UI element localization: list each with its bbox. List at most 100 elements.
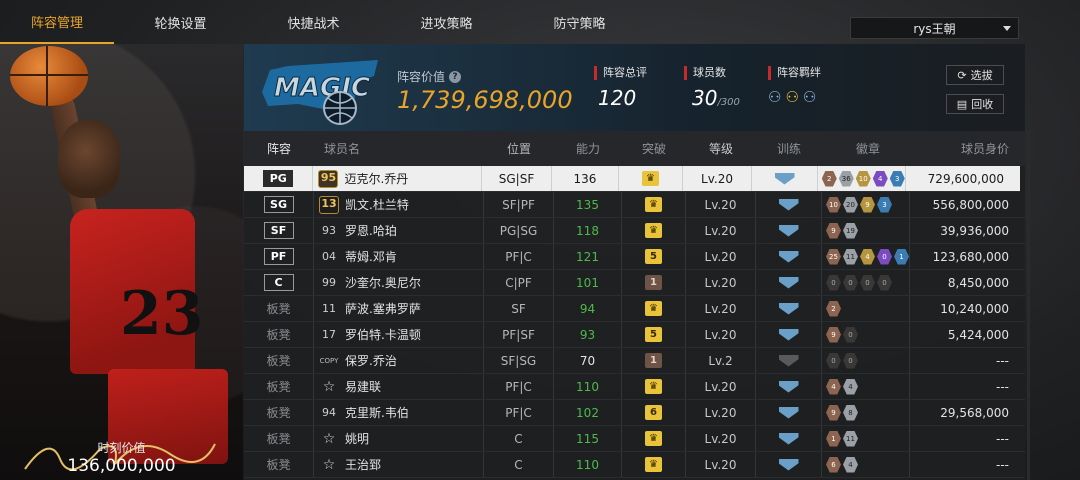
breakthrough-cell[interactable]: ♛	[622, 218, 686, 243]
badge-icon[interactable]: 10	[826, 196, 841, 213]
badge-icon[interactable]: 9	[860, 196, 875, 213]
tab-lineup[interactable]: 阵容管理	[0, 0, 114, 44]
table-row[interactable]: 板凳 17 罗伯特.卡温顿 PF|SF 93 5 Lv.20 90 5,424,…	[244, 322, 1025, 348]
breakthrough-cell[interactable]: 1	[622, 348, 686, 373]
tab-offense[interactable]: 进攻策略	[380, 0, 513, 44]
table-row[interactable]: 板凳 ☆ 王治郅 C 110 ♛ Lv.20 64 ---	[244, 452, 1025, 478]
level-cell: Lv.20	[686, 452, 756, 477]
badge-icon[interactable]: 3	[877, 196, 892, 213]
select-button[interactable]: ⟳ 选拔	[946, 65, 1004, 85]
training-cell[interactable]	[756, 322, 822, 347]
badge-icon[interactable]: 9	[826, 404, 841, 421]
featured-player-art[interactable]: 23 时刻价值 136,000,000	[0, 44, 243, 480]
help-icon[interactable]: ?	[449, 70, 462, 83]
badge-icon[interactable]: 11	[843, 430, 858, 447]
breakthrough-cell[interactable]: ♛	[622, 374, 686, 399]
table-row[interactable]: 板凳 ☆ 易建联 PF|C 110 ♛ Lv.20 44 ---	[244, 374, 1025, 400]
badge-icon[interactable]: 4	[843, 456, 858, 473]
badge-icon[interactable]: 20	[843, 196, 858, 213]
training-cell[interactable]	[756, 348, 822, 373]
badge-icon[interactable]: 1	[826, 430, 841, 447]
badge-icon[interactable]: 0	[843, 352, 858, 369]
breakthrough-cell[interactable]: 5	[622, 244, 686, 269]
breakthrough-cell[interactable]: ♛	[622, 296, 686, 321]
training-cell[interactable]	[756, 452, 822, 477]
badge-icon[interactable]: 4	[826, 378, 841, 395]
tab-quick-tactics[interactable]: 快捷战术	[247, 0, 380, 44]
breakthrough-cell[interactable]: ♛	[622, 426, 686, 451]
badge-icon[interactable]: 4	[843, 378, 858, 395]
badge-icon[interactable]: 3	[889, 170, 905, 187]
badge-icon[interactable]: 9	[826, 326, 841, 343]
table-row[interactable]: 板凳 11 萨波.塞弗罗萨 SF 94 ♛ Lv.20 2 10,240,000	[244, 296, 1025, 322]
col-position[interactable]: 位置	[484, 131, 554, 166]
breakthrough-cell[interactable]: ♛	[622, 192, 686, 217]
breakthrough-cell[interactable]: ♛	[619, 166, 683, 191]
badge-icon[interactable]: 9	[826, 222, 841, 239]
col-level[interactable]: 等级	[686, 131, 756, 166]
badge-icon[interactable]: 6	[826, 456, 841, 473]
col-value[interactable]: 球员身价	[910, 131, 1025, 166]
bond-group-icon[interactable]: ⚇	[785, 88, 798, 106]
badge-icon[interactable]: 19	[843, 222, 858, 239]
training-cell[interactable]	[756, 374, 822, 399]
crown-icon: ♛	[645, 457, 662, 472]
badge-icon[interactable]: 11	[843, 248, 858, 265]
col-training[interactable]: 训练	[756, 131, 822, 166]
badge-icon[interactable]: 1	[894, 248, 909, 265]
breakthrough-cell[interactable]: 5	[622, 322, 686, 347]
badge-icon[interactable]: 0	[860, 274, 875, 291]
badge-icon[interactable]: 0	[877, 274, 892, 291]
training-cell[interactable]	[756, 426, 822, 451]
table-row[interactable]: 板凳 COPY 保罗.乔治 SF|SG 70 1 Lv.2 00 ---	[244, 348, 1025, 374]
player-rating: 94	[322, 406, 336, 419]
training-cell[interactable]	[752, 166, 818, 191]
training-cell[interactable]	[756, 218, 822, 243]
recycle-button-label: 回收	[971, 98, 994, 111]
breakthrough-level: 5	[645, 249, 662, 264]
bond-group-icon[interactable]: ⚇	[768, 88, 781, 106]
training-cell[interactable]	[756, 400, 822, 425]
badge-icon[interactable]: 4	[872, 170, 888, 187]
table-row[interactable]: PF 04 蒂姆.邓肯 PF|C 121 5 Lv.20 25 11 4 0 1 123…	[244, 244, 1025, 270]
tab-defense[interactable]: 防守策略	[513, 0, 646, 44]
badge-icon[interactable]: 2	[821, 170, 837, 187]
breakthrough-cell[interactable]: ♛	[622, 452, 686, 477]
badge-icon[interactable]: 0	[843, 326, 858, 343]
col-ability[interactable]: 能力	[554, 131, 622, 166]
bond-group-icon[interactable]: ⚇	[803, 88, 816, 106]
col-name[interactable]: 球员名	[314, 131, 484, 166]
col-badges[interactable]: 徽章	[822, 131, 910, 166]
breakthrough-cell[interactable]: 6	[622, 400, 686, 425]
team-dropdown[interactable]: rys王朝	[850, 17, 1019, 39]
table-row[interactable]: C 99 沙奎尔.奥尼尔 C|PF 101 1 Lv.20 0000 8,450…	[244, 270, 1025, 296]
badge-icon[interactable]: 0	[826, 352, 841, 369]
scrollbar[interactable]	[1027, 131, 1030, 480]
badge-icon[interactable]: 36	[838, 170, 854, 187]
table-row[interactable]: 板凳 94 克里斯.韦伯 PF|C 102 6 Lv.20 98 29,568,…	[244, 400, 1025, 426]
col-breakthrough[interactable]: 突破	[622, 131, 686, 166]
training-cell[interactable]	[756, 270, 822, 295]
table-row[interactable]: SG 13 凯文.杜兰特 SF|PF 135 ♛ Lv.20 10 20 9 3 55…	[244, 192, 1025, 218]
badge-icon[interactable]: 2	[826, 300, 841, 317]
bond-icons[interactable]: ⚇ ⚇ ⚇	[768, 88, 821, 106]
badge-icon[interactable]: 4	[860, 248, 875, 265]
badge-icon[interactable]: 0	[877, 248, 892, 265]
training-cell[interactable]	[756, 192, 822, 217]
badge-icon[interactable]: 25	[826, 248, 841, 265]
table-row[interactable]: 板凳 ☆ 姚明 C 115 ♛ Lv.20 1 11 ---	[244, 426, 1025, 452]
player-name: 凯文.杜兰特	[345, 198, 409, 212]
table-row[interactable]: PG 95 迈克尔.乔丹 SG|SF 136 ♛ Lv.20 2 36 10 4 3 7…	[244, 166, 1020, 192]
recycle-button[interactable]: ▤ 回收	[946, 94, 1004, 114]
player-name: 蒂姆.邓肯	[345, 250, 397, 264]
col-slot[interactable]: 阵容	[244, 131, 314, 166]
badge-icon[interactable]: 8	[843, 404, 858, 421]
training-cell[interactable]	[756, 296, 822, 321]
training-cell[interactable]	[756, 244, 822, 269]
tab-rotation[interactable]: 轮换设置	[114, 0, 247, 44]
badge-icon[interactable]: 0	[843, 274, 858, 291]
breakthrough-cell[interactable]: 1	[622, 270, 686, 295]
badge-icon[interactable]: 0	[826, 274, 841, 291]
table-row[interactable]: SF 93 罗恩.哈珀 PG|SG 118 ♛ Lv.20 9 19 39,936…	[244, 218, 1025, 244]
badge-icon[interactable]: 10	[855, 170, 871, 187]
